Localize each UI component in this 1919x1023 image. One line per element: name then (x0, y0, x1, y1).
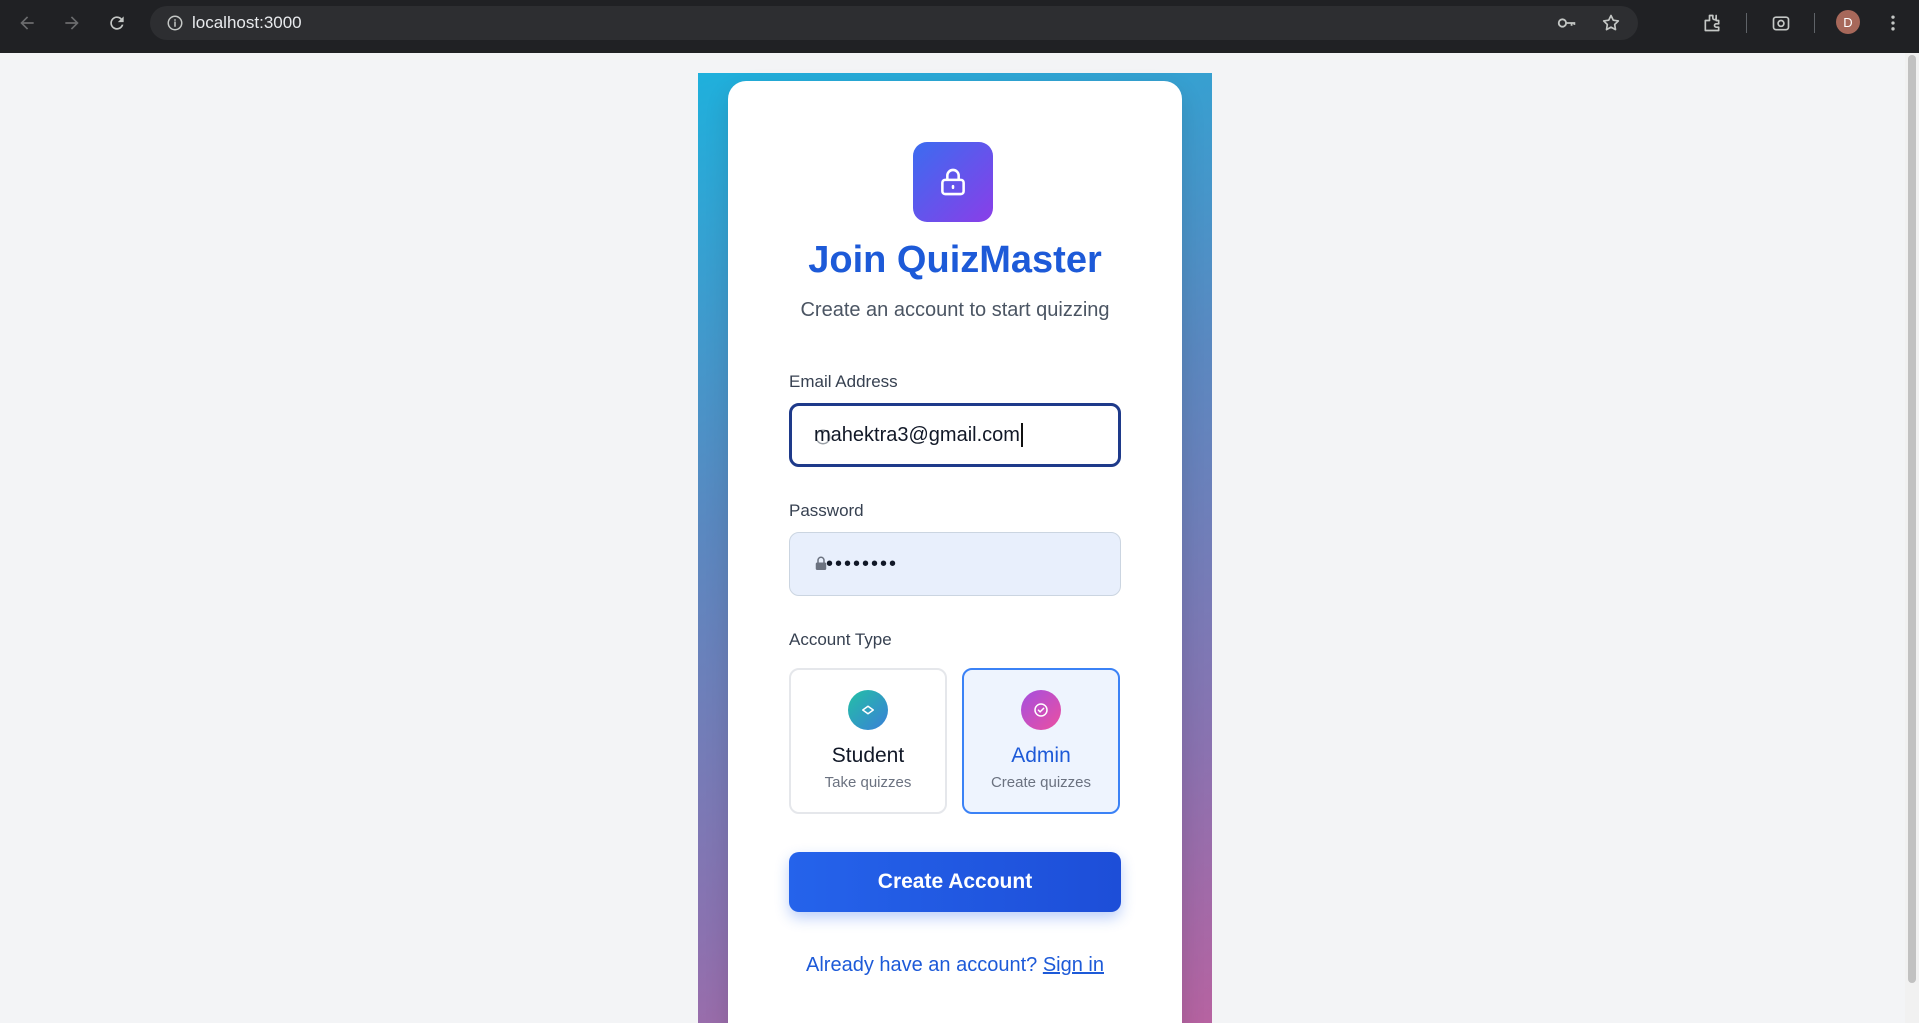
site-info-icon[interactable] (158, 6, 192, 40)
account-type-label: Account Type (789, 630, 892, 649)
page-title: Join QuizMaster (808, 239, 1102, 281)
scrollbar-thumb[interactable] (1908, 55, 1916, 983)
signin-prompt: Already have an account? Sign in (728, 954, 1182, 977)
back-icon[interactable] (12, 8, 42, 38)
password-value: •••••••• (826, 552, 899, 575)
email-label: Email Address (789, 372, 898, 391)
gradient-background: Join QuizMaster Create an account to sta… (698, 73, 1212, 1023)
admin-check-icon (1021, 690, 1061, 730)
role-name: Student (831, 744, 905, 767)
app-logo (913, 142, 993, 222)
page-subtitle: Create an account to start quizzing (800, 299, 1110, 321)
page-viewport: Join QuizMaster Create an account to sta… (0, 53, 1919, 1023)
address-bar[interactable]: localhost:3000 (150, 6, 1638, 40)
browser-toolbar: localhost:3000 D (0, 0, 1919, 53)
forward-icon[interactable] (57, 8, 87, 38)
extensions-icon[interactable] (1697, 8, 1727, 38)
role-option-student[interactable]: Student Take quizzes (789, 668, 947, 814)
page-scrollbar[interactable] (1905, 53, 1919, 1023)
lock-icon (941, 168, 965, 196)
email-value: mahektra3@gmail.com (814, 423, 1020, 446)
url-text: localhost:3000 (192, 13, 302, 32)
password-label: Password (789, 501, 864, 520)
signin-link[interactable]: Sign in (1043, 954, 1104, 976)
role-description: Take quizzes (824, 774, 912, 791)
bookmark-star-icon[interactable] (1594, 6, 1628, 40)
role-name: Admin (1011, 744, 1071, 767)
profile-avatar[interactable]: D (1836, 10, 1860, 34)
text-caret (1020, 423, 1023, 447)
screenshot-lens-icon[interactable] (1766, 8, 1796, 38)
password-input[interactable]: •••••••• (789, 532, 1121, 596)
signup-card: Join QuizMaster Create an account to sta… (728, 81, 1182, 1023)
browser-menu-icon[interactable] (1878, 8, 1908, 38)
create-account-button[interactable]: Create Account (789, 852, 1121, 912)
student-icon (848, 690, 888, 730)
signin-prompt-text: Already have an account? (806, 954, 1038, 976)
role-option-admin[interactable]: Admin Create quizzes (962, 668, 1120, 814)
password-key-icon[interactable] (1550, 6, 1584, 40)
role-description: Create quizzes (990, 774, 1092, 791)
reload-icon[interactable] (102, 8, 132, 38)
email-input[interactable]: mahektra3@gmail.com (789, 403, 1121, 467)
